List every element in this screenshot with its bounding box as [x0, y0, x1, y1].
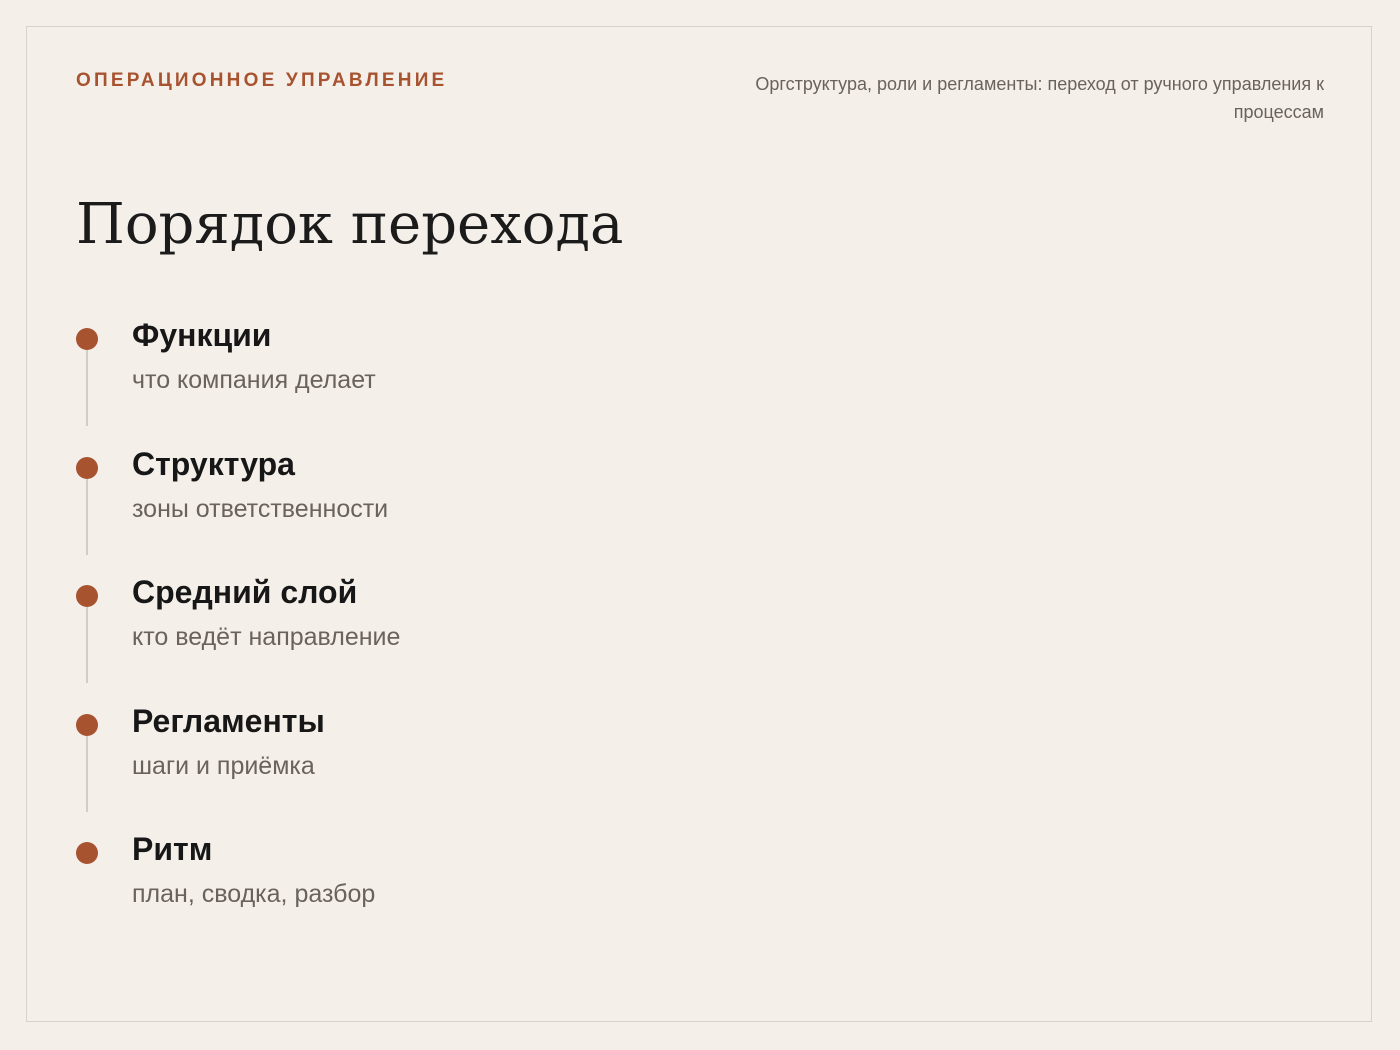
step-bullet-dot	[76, 456, 98, 479]
step-title: Регламенты	[132, 702, 325, 739]
step-description: что компания делает	[132, 366, 376, 394]
step-connector-line	[86, 607, 88, 683]
step-description: шаги и приёмка	[132, 751, 315, 780]
step-title: Функции	[132, 317, 272, 353]
step-title: Ритм	[132, 831, 213, 867]
step-rhythm: Ритм план, сводка, разбор	[76, 830, 876, 959]
step-middle-layer: Средний слой кто ведёт направление	[76, 573, 876, 702]
slide-subtitle: Оргструктура, роли и регламенты: переход…	[755, 74, 1324, 122]
page-title: Порядок перехода	[76, 192, 624, 257]
step-bullet-dot	[76, 328, 98, 350]
step-connector-line	[86, 350, 88, 426]
step-bullet-dot	[76, 842, 98, 864]
steps-timeline: Функции что компания делает Структура зо…	[76, 316, 876, 959]
step-connector-line	[86, 478, 88, 555]
step-functions: Функции что компания делает	[76, 316, 876, 445]
step-connector-line	[86, 735, 88, 812]
step-bullet-dot	[76, 713, 98, 736]
step-title: Структура	[132, 445, 295, 482]
step-structure: Структура зоны ответственности	[76, 445, 876, 574]
step-description: зоны ответственности	[132, 494, 389, 523]
step-description: план, сводка, разбор	[132, 880, 376, 908]
step-bullet-dot	[76, 585, 98, 607]
step-title: Средний слой	[132, 574, 358, 610]
section-kicker: ОПЕРАЦИОННОЕ УПРАВЛЕНИЕ	[76, 70, 448, 91]
step-regulations: Регламенты шаги и приёмка	[76, 702, 876, 831]
step-description: кто ведёт направление	[132, 623, 401, 651]
